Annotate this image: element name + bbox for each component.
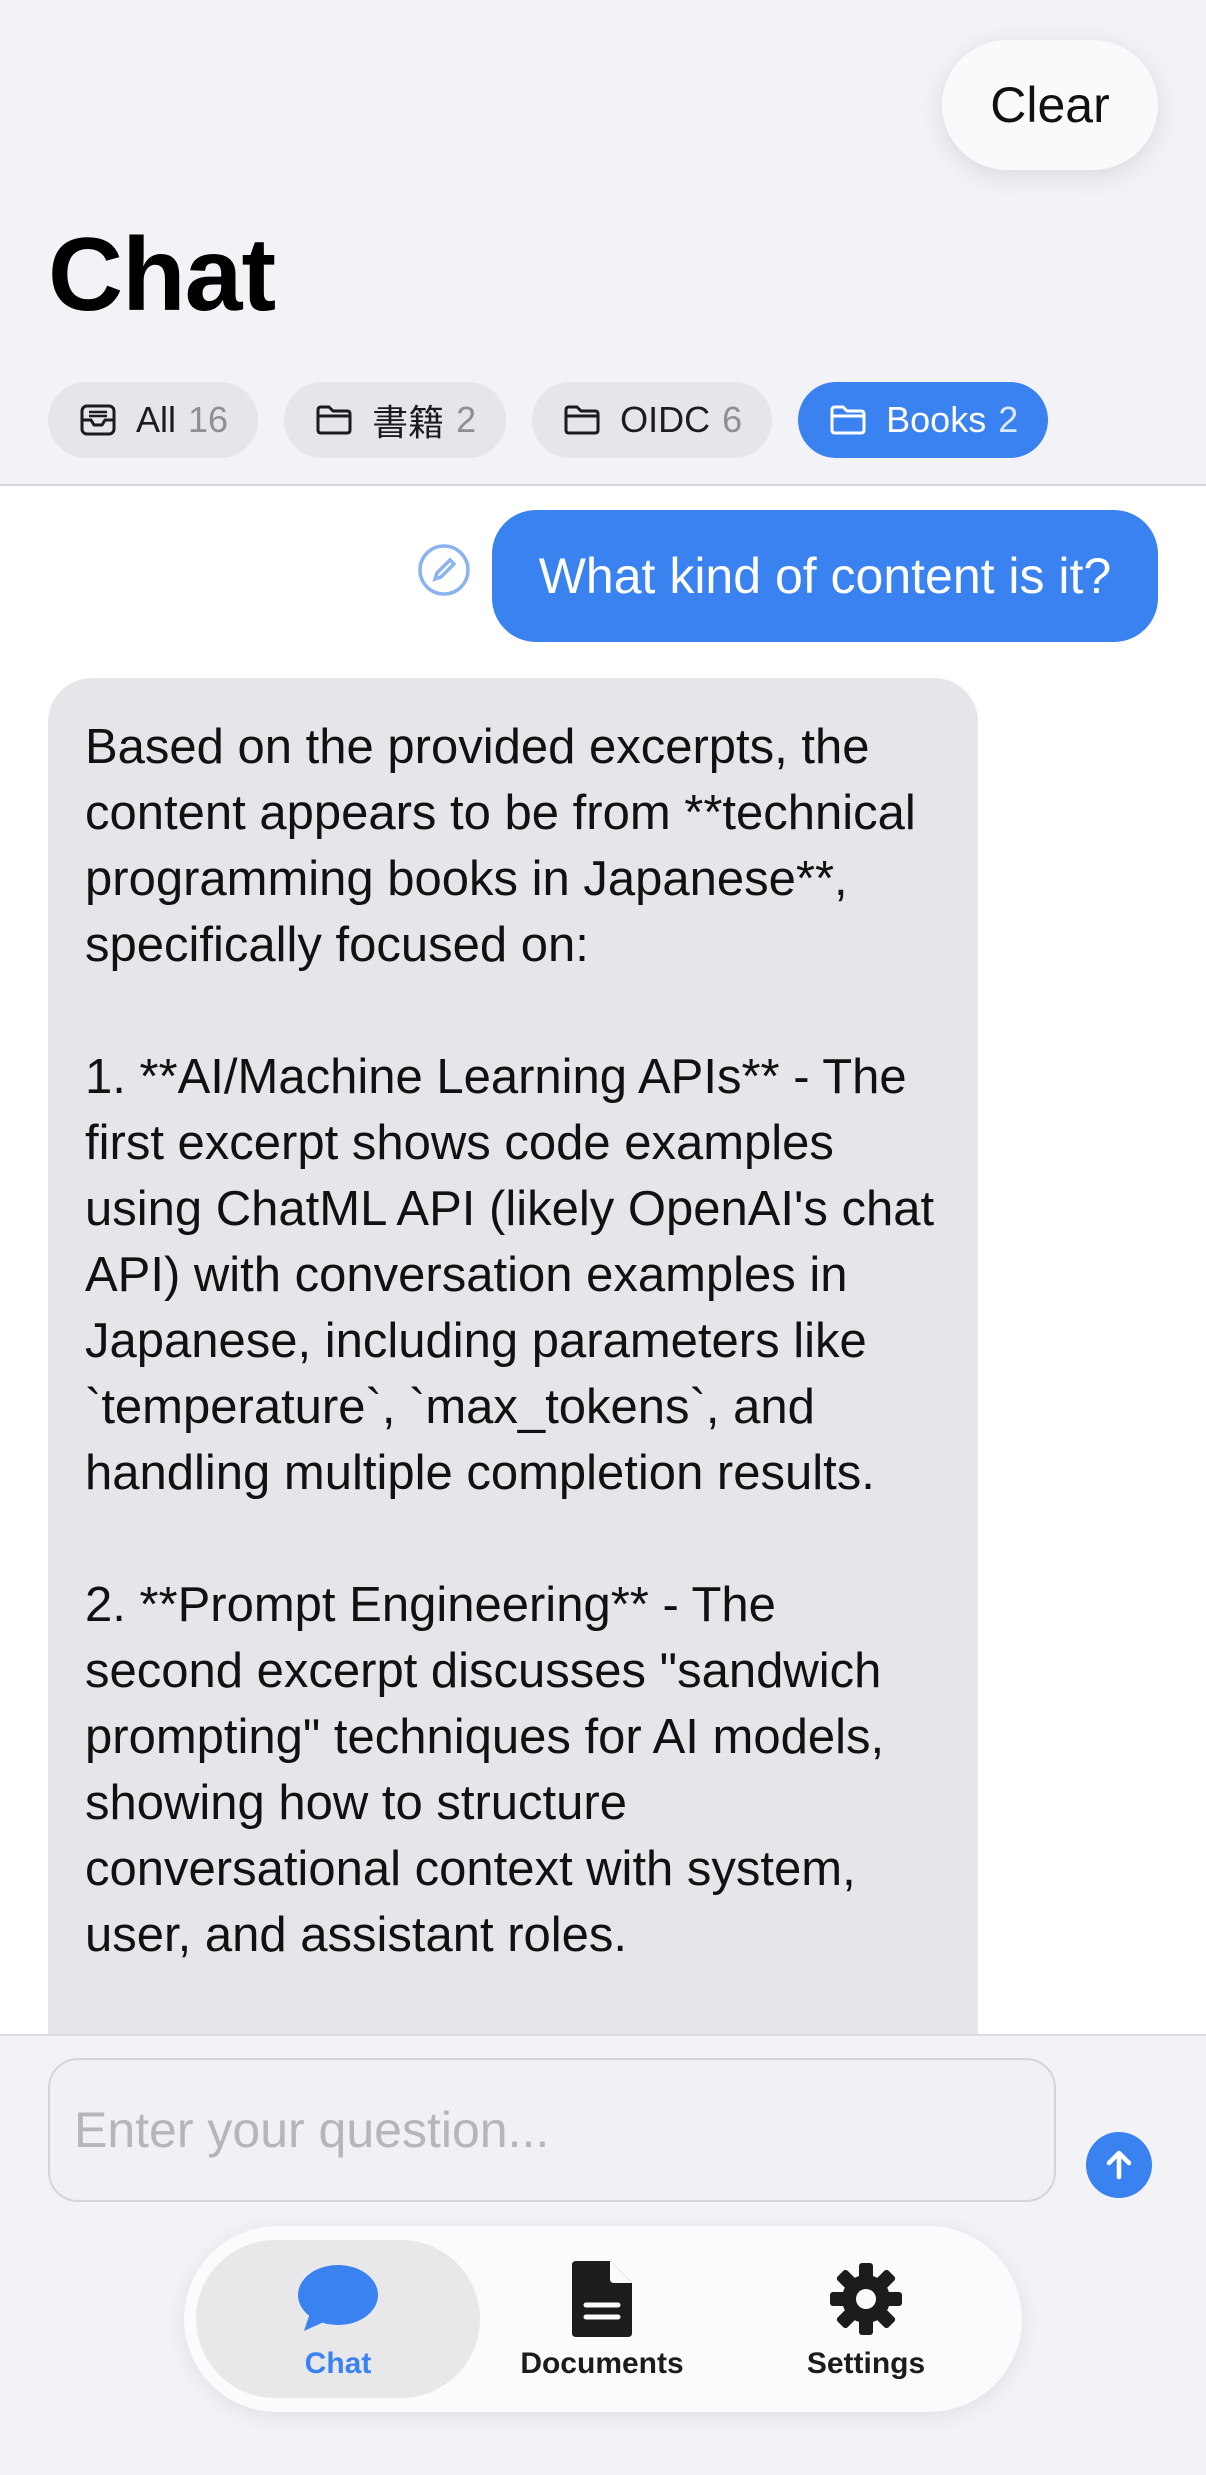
- chip-books[interactable]: Books 2: [798, 382, 1049, 458]
- chat-screen: Clear Chat All 16 書籍 2 OIDC 6 Books 2 Wh…: [0, 0, 1206, 2475]
- tab-settings[interactable]: Settings: [724, 2240, 1008, 2398]
- folder-icon: [314, 400, 354, 440]
- chip-label: OIDC: [620, 399, 711, 440]
- user-message-bubble: What kind of content is it?: [492, 510, 1158, 642]
- tab-chat[interactable]: Chat: [196, 2240, 480, 2398]
- chip-label: Books: [886, 399, 987, 440]
- folder-filter-bar: All 16 書籍 2 OIDC 6 Books 2: [48, 382, 1049, 458]
- chip-count: 2: [456, 399, 477, 440]
- message-list[interactable]: What kind of content is it? Based on the…: [0, 486, 1206, 2034]
- folder-icon: [562, 400, 602, 440]
- arrow-up-icon: [1106, 2150, 1132, 2180]
- tab-documents[interactable]: Documents: [460, 2240, 744, 2398]
- chip-oidc[interactable]: OIDC 6: [532, 382, 773, 458]
- assistant-message-bubble: Based on the provided excerpts, the cont…: [48, 678, 978, 2034]
- page-title: Chat: [48, 217, 276, 333]
- chip-count: 6: [722, 399, 743, 440]
- assistant-message-text: Based on the provided excerpts, the cont…: [85, 720, 935, 1962]
- chip-label: 書籍: [372, 402, 445, 443]
- tab-label: Settings: [806, 2347, 926, 2380]
- edit-message-icon[interactable]: [416, 542, 472, 598]
- gear-icon: [824, 2257, 908, 2341]
- chat-bubble-icon: [296, 2257, 380, 2341]
- chip-shoseki[interactable]: 書籍 2: [284, 382, 507, 458]
- tab-label: Chat: [304, 2347, 372, 2380]
- clear-button[interactable]: Clear: [942, 40, 1158, 170]
- question-input[interactable]: [48, 2058, 1056, 2202]
- tab-label: Documents: [520, 2347, 684, 2380]
- folder-icon: [828, 400, 868, 440]
- header: Clear Chat All 16 書籍 2 OIDC 6 Books 2: [0, 0, 1206, 484]
- chip-all[interactable]: All 16: [48, 382, 259, 458]
- chip-count: 16: [188, 399, 229, 440]
- document-icon: [560, 2257, 644, 2341]
- chip-label: All: [136, 399, 177, 440]
- tray-icon: [78, 400, 118, 440]
- chip-count: 2: [998, 399, 1019, 440]
- send-button[interactable]: [1086, 2132, 1152, 2198]
- composer: Chat Documents: [0, 2036, 1206, 2475]
- tab-bar: Chat Documents Settings: [184, 2226, 1022, 2412]
